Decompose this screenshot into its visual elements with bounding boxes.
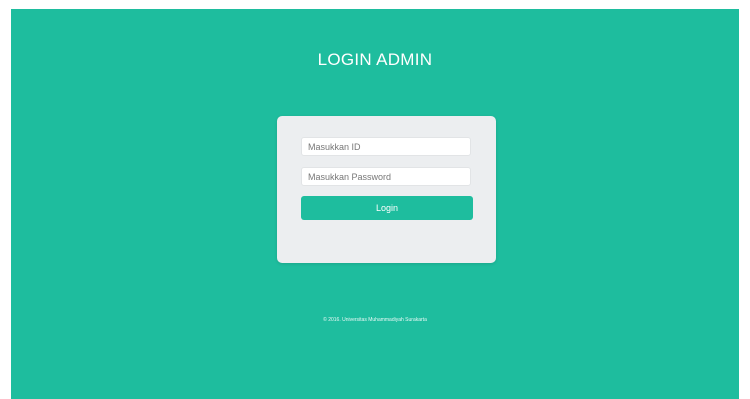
login-button[interactable]: Login xyxy=(301,196,473,220)
footer-copyright: © 2016. Universitas Muhammadiyah Surakar… xyxy=(323,317,427,323)
login-page: LOGIN ADMIN Login © 2016. Universitas Mu… xyxy=(11,9,739,399)
login-card: Login xyxy=(277,116,496,263)
password-input[interactable] xyxy=(301,167,471,186)
page-title: LOGIN ADMIN xyxy=(317,50,433,69)
id-input[interactable] xyxy=(301,137,471,156)
